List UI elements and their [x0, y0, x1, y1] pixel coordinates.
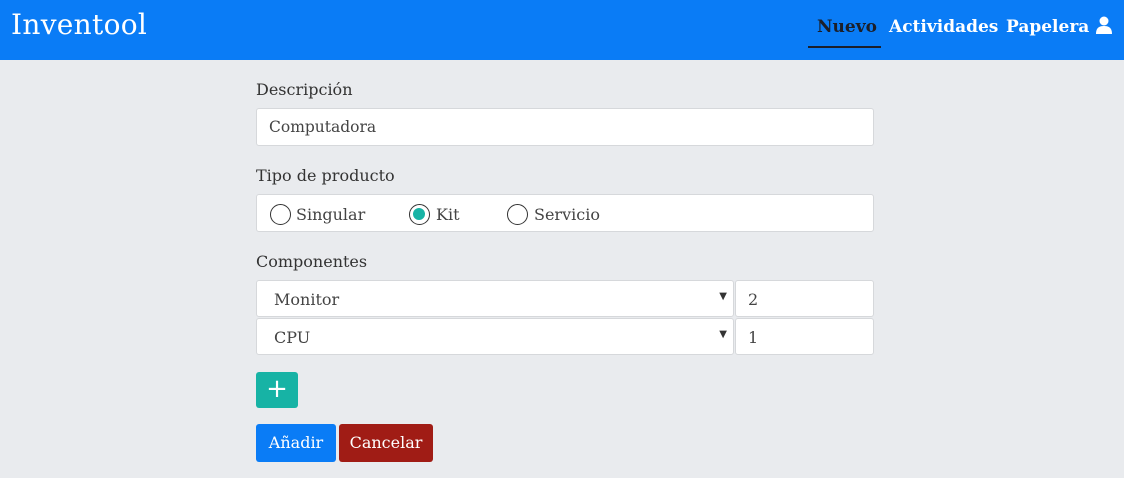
component-select[interactable]: Monitor ▼: [256, 280, 734, 317]
components-label: Componentes: [256, 252, 368, 271]
radio-label-kit[interactable]: Kit: [436, 205, 460, 224]
radio-label-servicio[interactable]: Servicio: [534, 205, 600, 224]
radio-label-singular[interactable]: Singular: [296, 205, 365, 224]
product-type-radio-group: Singular Kit Servicio: [256, 194, 874, 232]
component-quantity-value: 2: [748, 290, 759, 309]
plus-icon: +: [266, 374, 288, 404]
component-quantity-input[interactable]: 1: [735, 318, 874, 355]
app-brand[interactable]: Inventool: [11, 8, 147, 41]
radio-servicio[interactable]: [507, 204, 528, 225]
nav-link-actividades[interactable]: Actividades: [889, 17, 998, 37]
cancel-button[interactable]: Cancelar: [339, 424, 433, 462]
add-button[interactable]: Añadir: [256, 424, 336, 462]
dropdown-arrow-icon: ▼: [719, 329, 727, 340]
product-type-label: Tipo de producto: [256, 166, 395, 185]
radio-singular[interactable]: [270, 204, 291, 225]
component-select-value: CPU: [274, 328, 311, 347]
dropdown-arrow-icon: ▼: [719, 291, 727, 302]
nav-link-nuevo[interactable]: Nuevo: [817, 17, 877, 37]
component-quantity-input[interactable]: 2: [735, 280, 874, 317]
nav-link-papelera[interactable]: Papelera: [1006, 17, 1089, 37]
component-select[interactable]: CPU ▼: [256, 318, 734, 355]
radio-kit[interactable]: [409, 204, 430, 225]
component-select-value: Monitor: [274, 290, 340, 309]
description-label: Descripción: [256, 80, 353, 99]
user-icon[interactable]: [1096, 16, 1112, 34]
component-quantity-value: 1: [748, 328, 759, 347]
add-component-button[interactable]: +: [256, 372, 298, 408]
top-navbar: Inventool Nuevo Actividades Papelera: [0, 0, 1124, 60]
description-input[interactable]: [256, 108, 874, 146]
active-nav-indicator: [808, 46, 881, 48]
